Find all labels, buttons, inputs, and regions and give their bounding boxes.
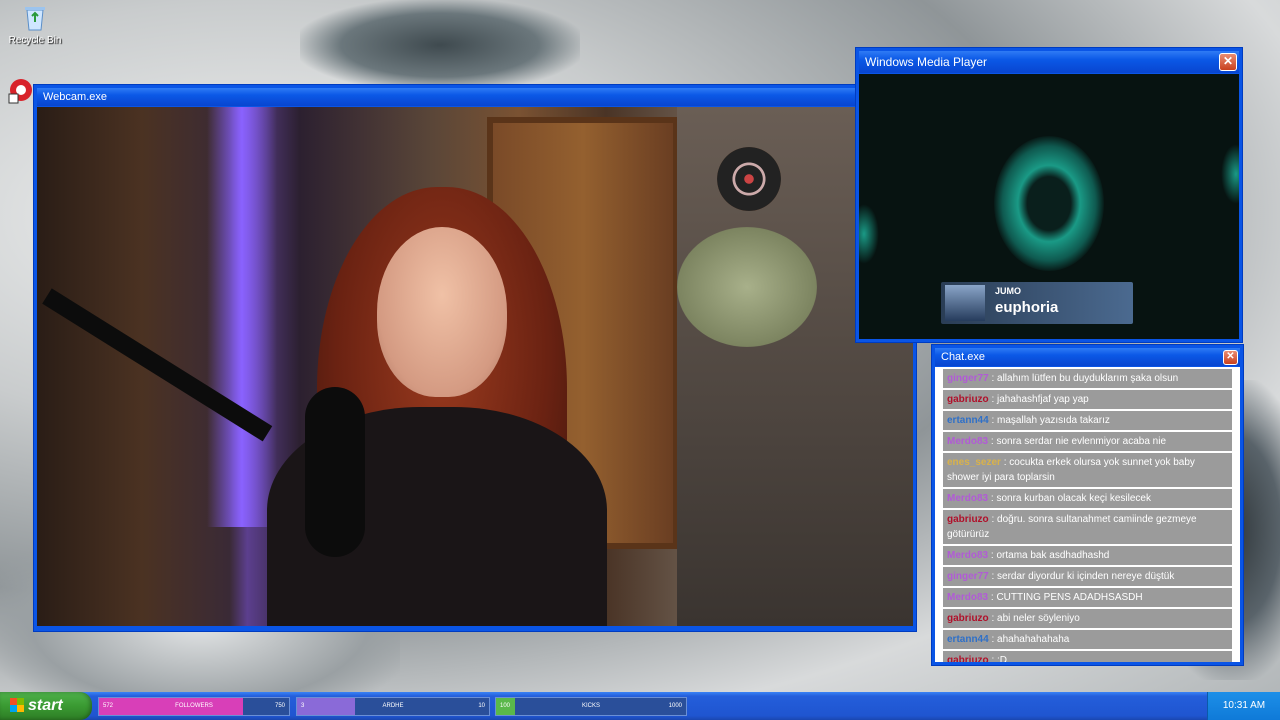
media-player-visualizer: JUMO euphoria [859,74,1239,339]
chat-username[interactable]: gabriuzo [947,655,989,662]
chat-message: Merdo83 : CUTTING PENS ADADHSASDH [943,588,1232,607]
chat-text: : :D [991,655,1008,662]
visualizer-ring [994,136,1104,271]
window-title: Windows Media Player [865,55,988,69]
chat-username[interactable]: ertann44 [947,634,989,645]
goal-bar-ardhe: 3 ARDHE 10 [296,697,490,716]
chat-username[interactable]: enes_sezer [947,457,1001,468]
taskbar: start 572 FOLLOWERS 750 3 ARDHE 10 100 K… [0,692,1280,720]
chat-username[interactable]: gabriuzo [947,613,989,624]
clock: 10:31 AM [1222,700,1266,711]
chat-message: gabriuzo : abi neler söyleniyo [943,609,1232,628]
chat-text: : allahım lütfen bu duyduklarım şaka ols… [991,373,1179,384]
chat-message: Merdo83 : sonra kurban olacak keçi kesil… [943,489,1232,508]
chat-username[interactable]: Merdo83 [947,550,988,561]
chat-username[interactable]: ertann44 [947,415,989,426]
goal-bar-followers: 572 FOLLOWERS 750 [98,697,290,716]
visualizer-glow-left [859,204,879,264]
chat-message: ginger77 : serdar diyordur ki içinden ne… [943,567,1232,586]
now-playing-card: JUMO euphoria [941,282,1133,324]
chat-message: enes_sezer : cocukta erkek olursa yok su… [943,453,1232,487]
start-label: start [28,697,63,714]
window-title: Webcam.exe [43,91,107,103]
webcam-video [37,107,913,626]
desktop-icon-recycle-bin[interactable]: Recycle Bin [0,4,70,46]
goal-label: ARDHE [382,703,404,709]
goal-label: FOLLOWERS [175,703,213,709]
chat-window[interactable]: Chat.exe ✕ ginger77 : allahım lütfen bu … [932,345,1243,665]
chat-username[interactable]: Merdo83 [947,592,988,603]
chat-username[interactable]: Merdo83 [947,493,988,504]
goal-target: 10 [478,703,485,709]
chat-message: ertann44 : maşallah yazısıda takarız [943,411,1232,430]
system-tray[interactable]: 10:31 AM [1207,692,1280,720]
chat-message: Merdo83 : ortama bak asdhadhashd [943,546,1232,565]
chat-username[interactable]: gabriuzo [947,394,989,405]
chat-text: : sonra serdar nie evlenmiyor acaba nie [990,436,1166,447]
goal-target: 750 [274,703,285,709]
chat-title-bar[interactable]: Chat.exe ✕ [935,348,1240,366]
goal-label: KICKS [581,703,600,709]
window-title: Chat.exe [941,351,986,363]
windows-logo-icon [10,698,24,712]
person-face [377,227,507,397]
chat-text: : ahahahahahaha [991,634,1070,645]
close-icon[interactable]: ✕ [1223,350,1238,365]
chat-message: gabriuzo : :D [943,651,1232,662]
media-player-title-bar[interactable]: Windows Media Player ✕ [859,51,1239,73]
media-player-window[interactable]: Windows Media Player ✕ JUMO euphoria [856,48,1242,342]
goal-target: 1000 [668,703,682,709]
chat-text: : maşallah yazısıda takarız [991,415,1110,426]
now-playing-artist: JUMO [995,286,1022,296]
chat-username[interactable]: Merdo83 [947,436,988,447]
start-button[interactable]: start [0,692,92,720]
purple-light-strip [207,107,277,527]
album-art [945,285,985,321]
chat-message: ertann44 : ahahahahahaha [943,630,1232,649]
chat-username[interactable]: gabriuzo [947,514,989,525]
desktop-marble-dark [300,0,580,90]
goal-bar-kicks: 100 KICKS 1000 [495,697,687,716]
webcam-title-bar[interactable]: Webcam.exe [37,88,913,106]
app-shortcut-icon [7,76,35,104]
close-icon[interactable]: ✕ [1219,53,1237,71]
chat-message: gabriuzo : jahahashfjaf yap yap [943,390,1232,409]
visualizer-glow-right [1221,144,1239,204]
chat-username[interactable]: ginger77 [947,373,989,384]
desktop-icon-label: Recycle Bin [8,35,62,46]
chat-message-list[interactable]: ginger77 : allahım lütfen bu duyduklarım… [935,367,1240,662]
dartboard [717,147,781,211]
microphone [305,387,365,557]
chat-text: : abi neler söyleniyo [991,613,1080,624]
chat-message: gabriuzo : doğru. sonra sultanahmet cami… [943,510,1232,544]
chat-username[interactable]: ginger77 [947,571,989,582]
chat-text: : ortama bak asdhadhashd [990,550,1110,561]
now-playing-song: euphoria [995,299,1059,316]
chat-text: : CUTTING PENS ADADHSASDH [990,592,1143,603]
chat-text: : serdar diyordur ki içinden nereye düşt… [991,571,1175,582]
chat-message: Merdo83 : sonra serdar nie evlenmiyor ac… [943,432,1232,451]
chat-text: : jahahashfjaf yap yap [991,394,1089,405]
recycle-bin-icon [21,4,49,32]
chat-message: ginger77 : allahım lütfen bu duyduklarım… [943,369,1232,388]
webcam-window[interactable]: Webcam.exe [34,85,916,631]
plush-toy [677,227,817,347]
chat-text: : sonra kurban olacak keçi kesilecek [990,493,1151,504]
